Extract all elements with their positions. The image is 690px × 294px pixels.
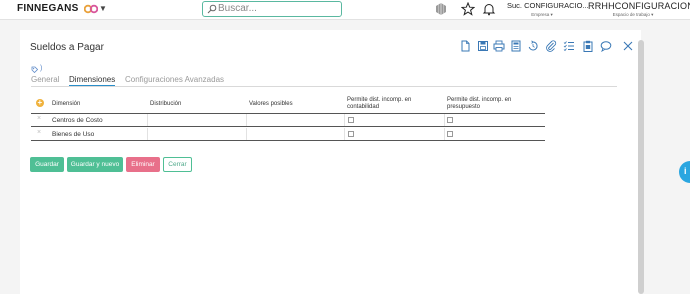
tag-text: ) bbox=[40, 65, 43, 72]
search-input[interactable]: Buscar... bbox=[218, 3, 257, 14]
star-icon[interactable] bbox=[461, 2, 475, 16]
delete-button[interactable]: Eliminar bbox=[126, 157, 160, 172]
header-contabilidad: Permite dist. incomp. en contabilidad bbox=[347, 97, 411, 110]
column-divider bbox=[246, 114, 247, 126]
search-icon bbox=[207, 4, 217, 14]
checkbox-contabilidad[interactable] bbox=[348, 117, 354, 123]
history-icon[interactable] bbox=[527, 40, 539, 52]
tab-configuraciones-avanzadas[interactable]: Configuraciones Avanzadas bbox=[125, 75, 224, 84]
workspace-label: Espacio de trabajo bbox=[588, 12, 678, 18]
chevron-down-icon[interactable]: ▼ bbox=[99, 4, 107, 13]
column-divider bbox=[147, 114, 148, 126]
checklist-icon[interactable] bbox=[563, 40, 575, 52]
ecosystem-icon[interactable] bbox=[434, 2, 448, 16]
tag-icon bbox=[31, 66, 38, 73]
header-dimension: Dimensión bbox=[52, 101, 81, 107]
company-value: Suc. CONFIGURACIO... bbox=[507, 1, 589, 10]
save-icon[interactable] bbox=[477, 40, 489, 52]
help-fab[interactable]: i bbox=[679, 161, 690, 183]
delete-row-icon[interactable]: × bbox=[37, 115, 41, 122]
cell-dimension[interactable]: Centros de Costo bbox=[52, 117, 103, 124]
checkbox-presupuesto[interactable] bbox=[447, 117, 453, 123]
attach-icon[interactable] bbox=[545, 40, 557, 52]
table-row[interactable]: × Centros de Costo bbox=[31, 114, 545, 127]
cell-dimension[interactable]: Bienes de Uso bbox=[52, 131, 94, 138]
info-icon: i bbox=[684, 166, 687, 176]
save-button[interactable]: Guardar bbox=[30, 157, 64, 172]
column-divider bbox=[246, 128, 247, 140]
header-presupuesto-line1: Permite dist. incomp. en bbox=[447, 97, 512, 103]
header-distribucion: Distribución bbox=[150, 101, 182, 107]
calculator-icon[interactable] bbox=[510, 40, 522, 52]
tab-divider bbox=[31, 86, 617, 87]
header-presupuesto-line2: presupuesto bbox=[447, 103, 481, 110]
grid-header: Dimensión Distribución Valores posibles … bbox=[31, 94, 545, 114]
checkbox-contabilidad[interactable] bbox=[348, 131, 354, 137]
company-selector[interactable]: Suc. CONFIGURACIO... Empresa bbox=[507, 1, 589, 18]
clipboard-icon[interactable] bbox=[582, 40, 594, 52]
column-divider bbox=[444, 114, 445, 126]
scrollbar[interactable] bbox=[638, 40, 644, 294]
workspace-selector[interactable]: Espacio de trabajo bbox=[588, 9, 678, 18]
delete-row-icon[interactable]: × bbox=[37, 129, 41, 136]
header-valores-posibles: Valores posibles bbox=[249, 101, 293, 107]
column-divider bbox=[444, 128, 445, 140]
bell-icon[interactable] bbox=[482, 2, 496, 16]
new-doc-icon[interactable] bbox=[459, 40, 471, 52]
close-button[interactable]: Cerrar bbox=[163, 157, 192, 172]
save-and-new-button[interactable]: Guardar y nuevo bbox=[67, 157, 123, 172]
add-row-icon[interactable] bbox=[36, 98, 44, 107]
company-label: Empresa bbox=[507, 12, 577, 18]
close-icon[interactable] bbox=[622, 40, 634, 52]
column-divider bbox=[147, 128, 148, 140]
top-bar: FINNEGANS ▼ Buscar... Suc. CONFIGURACIO.… bbox=[0, 0, 690, 20]
print-icon[interactable] bbox=[493, 40, 505, 52]
checkbox-presupuesto[interactable] bbox=[447, 131, 453, 137]
header-contabilidad-line1: Permite dist. incomp. en bbox=[347, 97, 412, 103]
column-divider bbox=[344, 114, 345, 126]
search-box[interactable]: Buscar... bbox=[202, 1, 342, 17]
brand-logo-icon bbox=[84, 4, 98, 14]
header-presupuesto: Permite dist. incomp. en presupuesto bbox=[447, 97, 511, 110]
comment-icon[interactable] bbox=[600, 40, 612, 52]
table-row[interactable]: × Bienes de Uso bbox=[31, 128, 545, 141]
page-title: Sueldos a Pagar bbox=[30, 42, 104, 53]
header-contabilidad-line2: contabilidad bbox=[347, 103, 380, 110]
column-divider bbox=[344, 128, 345, 140]
tab-general[interactable]: General bbox=[31, 75, 59, 84]
brand-logo-text[interactable]: FINNEGANS bbox=[17, 3, 79, 14]
